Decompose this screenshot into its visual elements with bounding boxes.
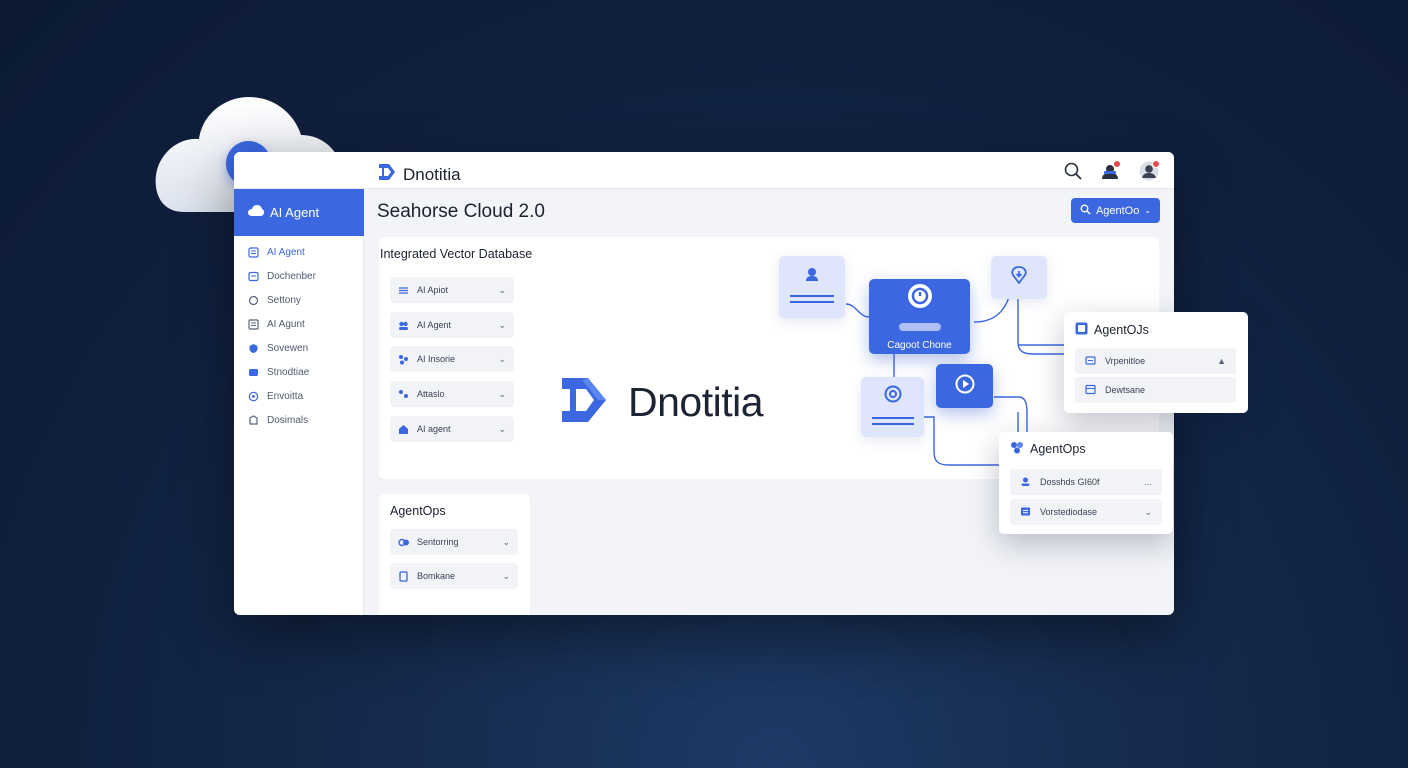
chevron-up-icon: ▲ (1217, 356, 1226, 366)
app-icon (1075, 322, 1088, 338)
card-row-vorstediodase[interactable]: Vorstediodase ⌄ (1010, 499, 1162, 525)
card-title: AgentOps (1010, 441, 1086, 457)
card-row-label: Vrpenitloe (1105, 356, 1146, 366)
agentops-card-2: AgentOps Dosshds GI60f ... Vorstediodase… (999, 432, 1173, 534)
user-icon (1020, 476, 1031, 489)
card-row-vrpenitloe[interactable]: Vrpenitloe ▲ (1075, 348, 1236, 374)
card-title-label: AgentOJs (1094, 323, 1149, 337)
nodes-icon (1010, 441, 1024, 457)
card-row-label: Vorstediodase (1040, 507, 1098, 517)
chevron-down-icon: ⌄ (1144, 506, 1152, 517)
card-row-label: Dewtsane (1105, 385, 1146, 395)
card-row-label: Dosshds GI60f (1040, 477, 1100, 487)
agentops-card-1: AgentOJs Vrpenitloe ▲ Dewtsane (1064, 312, 1248, 413)
card-row-dosshds[interactable]: Dosshds GI60f ... (1010, 469, 1162, 495)
list-icon (1020, 506, 1031, 519)
card-title: AgentOJs (1075, 322, 1149, 338)
card-row-dewtsane[interactable]: Dewtsane (1075, 377, 1236, 403)
card-title-label: AgentOps (1030, 442, 1086, 456)
table-icon (1085, 384, 1096, 397)
more-icon: ... (1144, 477, 1152, 487)
edit-icon (1085, 355, 1096, 368)
